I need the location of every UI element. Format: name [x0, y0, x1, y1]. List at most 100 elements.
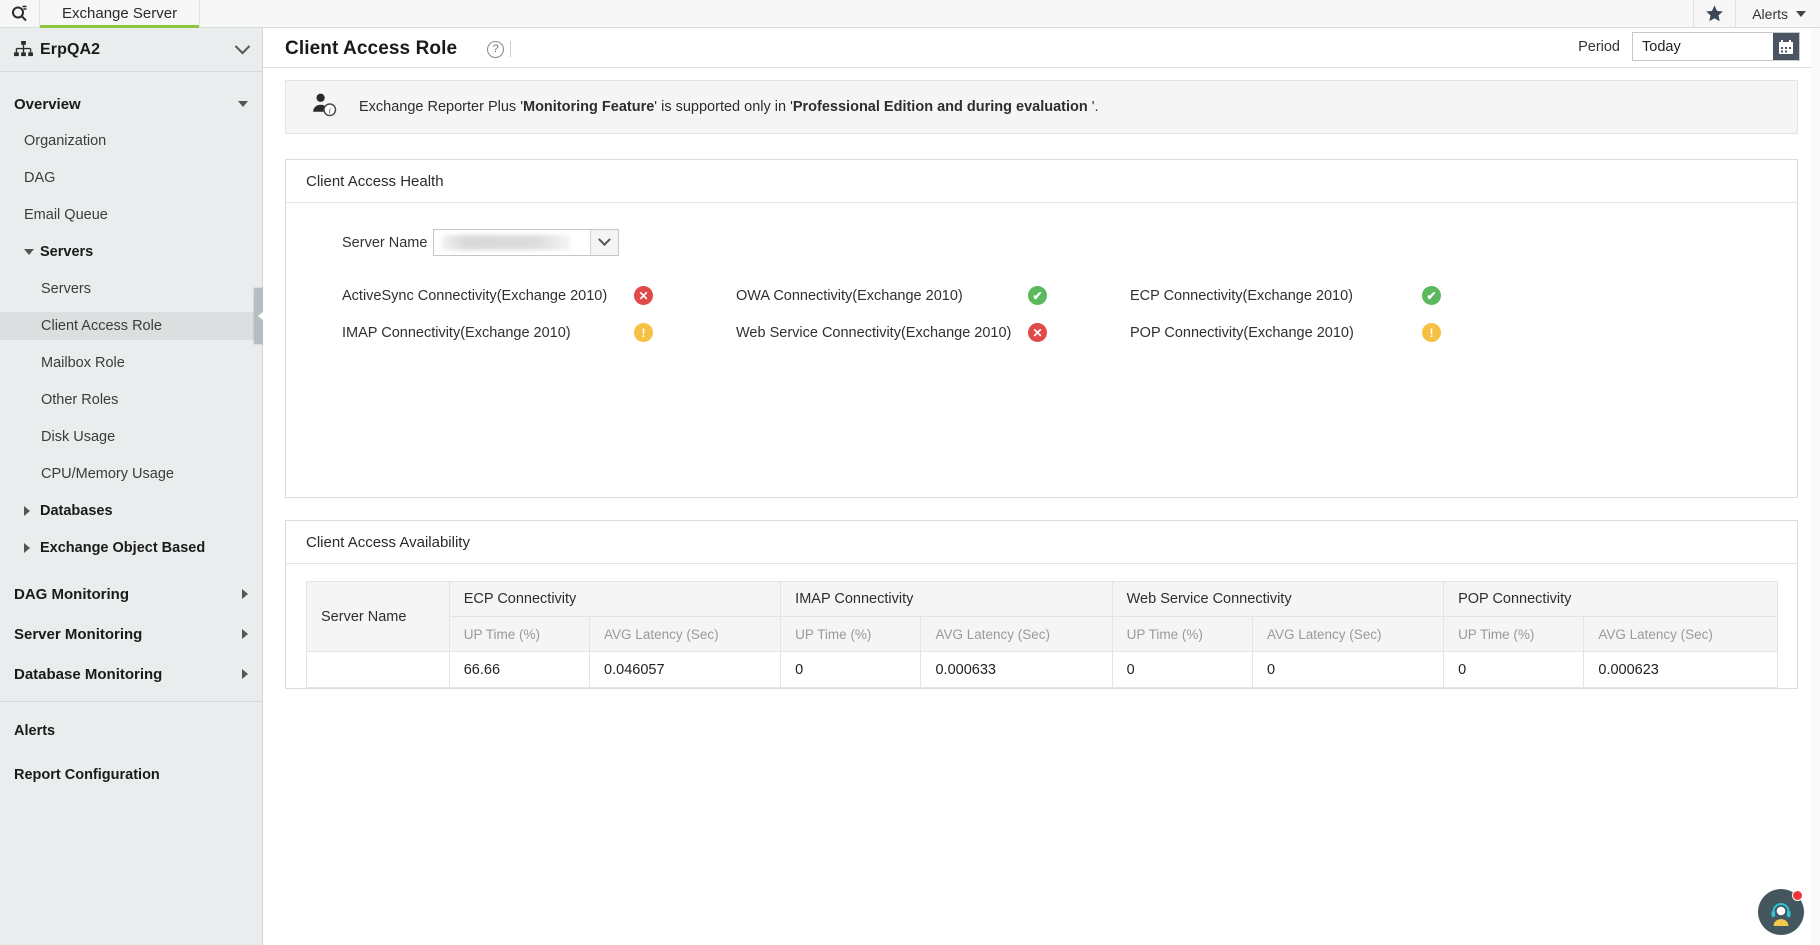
client-access-availability-card: Client Access Availability Server Name E… [285, 520, 1798, 689]
sidebar-item-alerts[interactable]: Alerts [0, 716, 262, 746]
status-badge-healthy: ✔ [1422, 286, 1441, 305]
star-icon[interactable] [1693, 0, 1735, 27]
cell-pop-uptime: 0 [1444, 652, 1584, 688]
triangle-right-icon [242, 629, 248, 639]
sidebar-item-dag[interactable]: DAG [0, 164, 262, 192]
subheader-imap-uptime: UP Time (%) [781, 617, 921, 652]
topbar-spacer [200, 0, 1693, 27]
sidebar-item-label: Servers [41, 281, 91, 297]
star-glyph [1705, 4, 1724, 23]
triangle-right-icon [24, 543, 40, 553]
chevron-down-icon[interactable] [590, 230, 618, 255]
server-name-row: Server Name [286, 229, 1797, 256]
sidebar-item-servers-parent[interactable]: Servers [0, 238, 262, 266]
sidebar-group-overview[interactable]: Overview [0, 90, 262, 118]
sidebar-item-label: Databases [40, 503, 113, 519]
triangle-down-icon [24, 249, 40, 255]
calendar-icon[interactable] [1773, 33, 1799, 60]
sidebar-item-databases[interactable]: Databases [0, 497, 262, 525]
triangle-down-icon [238, 101, 248, 107]
triangle-right-icon [24, 506, 40, 516]
sidebar-bottom-section: Alerts Report Configuration [0, 701, 262, 945]
subheader-pop-uptime: UP Time (%) [1444, 617, 1584, 652]
client-access-health-title: Client Access Health [286, 160, 1797, 203]
sidebar-item-label: DAG [24, 170, 55, 186]
server-selector[interactable]: ErpQA2 [0, 28, 262, 72]
alerts-label: Alerts [1752, 6, 1788, 22]
notice-feature-name: Monitoring Feature [523, 99, 654, 115]
status-badge-warning: ! [1422, 323, 1441, 342]
cell-server-name [307, 652, 450, 688]
column-header-imap-connectivity: IMAP Connectivity [781, 582, 1112, 617]
chevron-left-icon [258, 312, 263, 320]
sidebar-item-cpu-memory-usage[interactable]: CPU/Memory Usage [0, 460, 262, 488]
sidebar-item-servers[interactable]: Servers [0, 275, 262, 303]
license-notice-banner: i Exchange Reporter Plus 'Monitoring Fea… [285, 80, 1798, 134]
server-name-label: Server Name [342, 235, 427, 251]
table-header-group-row: Server Name ECP Connectivity IMAP Connec… [307, 582, 1778, 617]
health-card-spacer [286, 342, 1797, 497]
client-access-availability-title: Client Access Availability [286, 521, 1797, 564]
triangle-right-icon [242, 589, 248, 599]
connectivity-label: OWA Connectivity(Exchange 2010) [736, 288, 1028, 304]
sidebar-item-exchange-object-based[interactable]: Exchange Object Based [0, 534, 262, 562]
sidebar-item-disk-usage[interactable]: Disk Usage [0, 423, 262, 451]
search-icon[interactable] [0, 0, 40, 27]
page-title: Client Access Role [285, 38, 457, 60]
sidebar-item-label: Servers [40, 244, 93, 260]
main-content: Client Access Role ? Period [263, 28, 1820, 945]
sidebar-item-other-roles[interactable]: Other Roles [0, 386, 262, 414]
sidebar-item-dag-monitoring[interactable]: DAG Monitoring [0, 580, 262, 608]
status-badge-healthy: ✔ [1028, 286, 1047, 305]
connectivity-label: Web Service Connectivity(Exchange 2010) [736, 325, 1028, 341]
sidebar: ErpQA2 Overview Organization DAG Email Q… [0, 28, 263, 945]
cell-imap-uptime: 0 [781, 652, 921, 688]
period-input[interactable] [1633, 33, 1773, 60]
sidebar-item-label: Disk Usage [41, 429, 115, 445]
sidebar-item-label: Server Monitoring [14, 626, 242, 643]
sidebar-item-label: Email Queue [24, 207, 108, 223]
subheader-pop-latency: AVG Latency (Sec) [1584, 617, 1778, 652]
column-header-pop-connectivity: POP Connectivity [1444, 582, 1778, 617]
column-header-ecp-connectivity: ECP Connectivity [449, 582, 780, 617]
sidebar-item-organization[interactable]: Organization [0, 127, 262, 155]
sidebar-item-report-configuration[interactable]: Report Configuration [0, 760, 262, 790]
connectivity-label: ActiveSync Connectivity(Exchange 2010) [342, 288, 634, 304]
status-badge-warning: ! [634, 323, 653, 342]
sidebar-item-server-monitoring[interactable]: Server Monitoring [0, 620, 262, 648]
connectivity-item-ecp: ECP Connectivity(Exchange 2010) ✔ [1130, 286, 1524, 305]
cell-imap-latency: 0.000633 [921, 652, 1112, 688]
sidebar-item-label: Alerts [14, 723, 55, 739]
cell-webservice-latency: 0 [1252, 652, 1443, 688]
client-access-health-card: Client Access Health Server Name [285, 159, 1798, 498]
table-header-sub-row: UP Time (%) AVG Latency (Sec) UP Time (%… [307, 617, 1778, 652]
connectivity-item-web-service: Web Service Connectivity(Exchange 2010) … [736, 323, 1130, 342]
availability-table: Server Name ECP Connectivity IMAP Connec… [306, 581, 1778, 688]
sidebar-item-label: Other Roles [41, 392, 118, 408]
server-name-select[interactable] [433, 229, 619, 256]
notice-middle: is supported only in [657, 99, 790, 115]
alerts-menu[interactable]: Alerts [1735, 0, 1820, 27]
client-access-health-body: Server Name ActiveSync Connectivity(Exch… [286, 203, 1797, 497]
sidebar-item-storage-monitoring[interactable]: Storage Monitoring [0, 700, 262, 701]
sidebar-item-label: Organization [24, 133, 106, 149]
status-badge-critical: ✕ [1028, 323, 1047, 342]
tab-exchange-server[interactable]: Exchange Server [40, 0, 200, 27]
calendar-glyph [1778, 39, 1794, 55]
sidebar-item-client-access-role[interactable]: Client Access Role [0, 312, 262, 340]
help-circle-icon[interactable]: ? [487, 41, 504, 58]
connectivity-label: POP Connectivity(Exchange 2010) [1130, 325, 1422, 341]
support-chat-button[interactable] [1758, 889, 1804, 935]
sidebar-item-label: Mailbox Role [41, 355, 125, 371]
subheader-webservice-latency: AVG Latency (Sec) [1252, 617, 1443, 652]
main-scrollbar[interactable] [1811, 28, 1820, 945]
connectivity-item-activesync: ActiveSync Connectivity(Exchange 2010) ✕ [342, 286, 736, 305]
sidebar-item-label: Database Monitoring [14, 666, 242, 683]
sidebar-item-email-queue[interactable]: Email Queue [0, 201, 262, 229]
subheader-ecp-latency: AVG Latency (Sec) [590, 617, 781, 652]
sidebar-item-label: CPU/Memory Usage [41, 466, 174, 482]
connectivity-item-owa: OWA Connectivity(Exchange 2010) ✔ [736, 286, 1130, 305]
sidebar-item-mailbox-role[interactable]: Mailbox Role [0, 349, 262, 377]
redacted-server-name [442, 235, 570, 250]
sidebar-item-database-monitoring[interactable]: Database Monitoring [0, 660, 262, 688]
